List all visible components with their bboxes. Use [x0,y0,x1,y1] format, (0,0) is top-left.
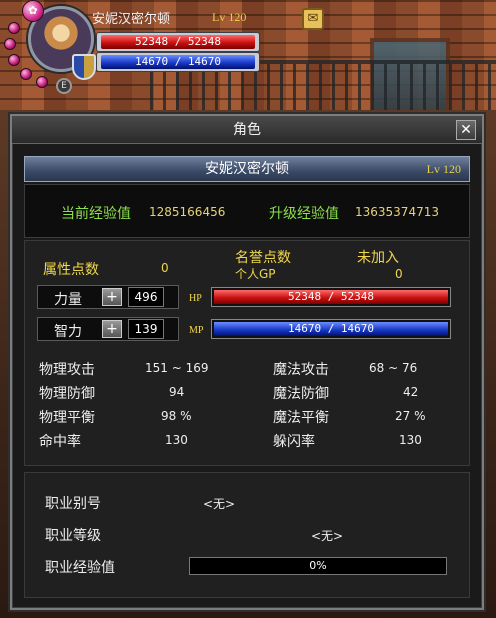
current-exp-label: 当前经验值 [61,206,131,222]
hud-mp-bar: 14670 / 14670 [96,52,260,72]
character-header: 安妮汉密尔顿 Lv 120 [24,156,470,182]
phys-defense-label: 物理防御 [39,386,95,402]
character-level: Lv 120 [426,162,461,176]
character-window: 角色 ✕ 安妮汉密尔顿 Lv 120 当前经验值 1285166456 升级经验… [10,114,484,610]
job-exp-label: 职业经验值 [45,560,115,576]
next-exp-label: 升级经验值 [269,206,339,222]
hp-tag: HP [189,293,202,304]
pink-orb-icon[interactable] [4,38,16,50]
plus-icon[interactable]: + [102,288,122,306]
shield-emblem-icon [72,54,96,80]
plus-icon[interactable]: + [102,320,122,338]
job-exp-bar: 0% [189,557,447,575]
attr-points-label: 属性点数 [43,262,99,278]
hp-bar-text: 52348 / 52348 [214,290,448,304]
hp-bar: 52348 / 52348 [211,287,451,307]
job-alias-value: <无> [203,497,236,511]
intelligence-stat: 智力 + 139 [37,317,179,341]
mp-bar-text: 14670 / 14670 [214,322,448,336]
window-title[interactable]: 角色 [12,116,482,144]
intelligence-value: 139 [128,319,164,339]
job-exp-text: 0% [309,559,327,572]
hud-hp-bar: 52348 / 52348 [96,32,260,52]
phys-attack-value: 151 ~ 169 [145,361,209,375]
experience-panel: 当前经验值 1285166456 升级经验值 13635374713 [24,184,470,238]
guild-status: 未加入 [357,250,399,266]
character-name: 安妮汉密尔顿 [205,161,289,177]
mp-bar: 14670 / 14670 [211,319,451,339]
stats-panel: 属性点数 0 名誉点数 个人GP 未加入 0 力量 + 496 HP 52348… [24,240,470,466]
guild-emblem-icon[interactable]: E [56,78,72,94]
current-exp-value: 1285166456 [149,205,226,219]
attr-points-value: 0 [161,261,169,275]
job-panel: 职业别号 <无> 职业等级 <无> 职业经验值 0% [24,472,470,598]
strength-stat: 力量 + 496 [37,285,179,309]
guild-gp-label: 个人GP [235,267,276,281]
close-icon[interactable]: ✕ [456,120,476,140]
mp-tag: MP [189,325,204,336]
job-grade-label: 职业等级 [45,528,101,544]
dodge-rate-value: 130 [399,433,422,447]
phys-defense-value: 94 [169,385,185,399]
magic-attack-value: 68 ~ 76 [369,361,418,375]
hit-rate-label: 命中率 [39,434,81,450]
pink-orb-icon[interactable] [8,22,20,34]
guild-gp-value: 0 [395,267,403,281]
strength-value: 496 [128,287,164,307]
pink-orb-icon[interactable] [8,54,20,66]
strength-label: 力量 [54,292,82,308]
player-hud: ✿ E 安妮汉密尔顿 Lv 120 52348 / 52348 14670 / … [0,0,270,100]
next-exp-value: 13635374713 [355,205,439,219]
pink-orb-icon[interactable] [36,76,48,88]
magic-defense-value: 42 [403,385,419,399]
pink-orb-icon[interactable] [20,68,32,80]
hud-player-level: Lv 120 [212,10,247,24]
honor-points-label: 名誉点数 [235,250,291,266]
magic-attack-label: 魔法攻击 [273,362,329,378]
envelope-icon[interactable]: ✉ [302,8,324,30]
job-alias-label: 职业别号 [45,496,101,512]
intelligence-label: 智力 [54,324,82,340]
magic-defense-label: 魔法防御 [273,386,329,402]
hud-mp-text: 14670 / 14670 [101,55,255,69]
hud-player-name: 安妮汉密尔顿 [92,12,171,27]
hit-rate-value: 130 [165,433,188,447]
dodge-rate-label: 躲闪率 [273,434,315,450]
hud-hp-text: 52348 / 52348 [101,35,255,49]
magic-balance-value: 27 % [395,409,426,423]
pink-orb-icon[interactable]: ✿ [22,0,44,22]
phys-balance-value: 98 % [161,409,192,423]
phys-balance-label: 物理平衡 [39,410,95,426]
magic-balance-label: 魔法平衡 [273,410,329,426]
phys-attack-label: 物理攻击 [39,362,95,378]
job-grade-value: <无> [311,529,344,543]
